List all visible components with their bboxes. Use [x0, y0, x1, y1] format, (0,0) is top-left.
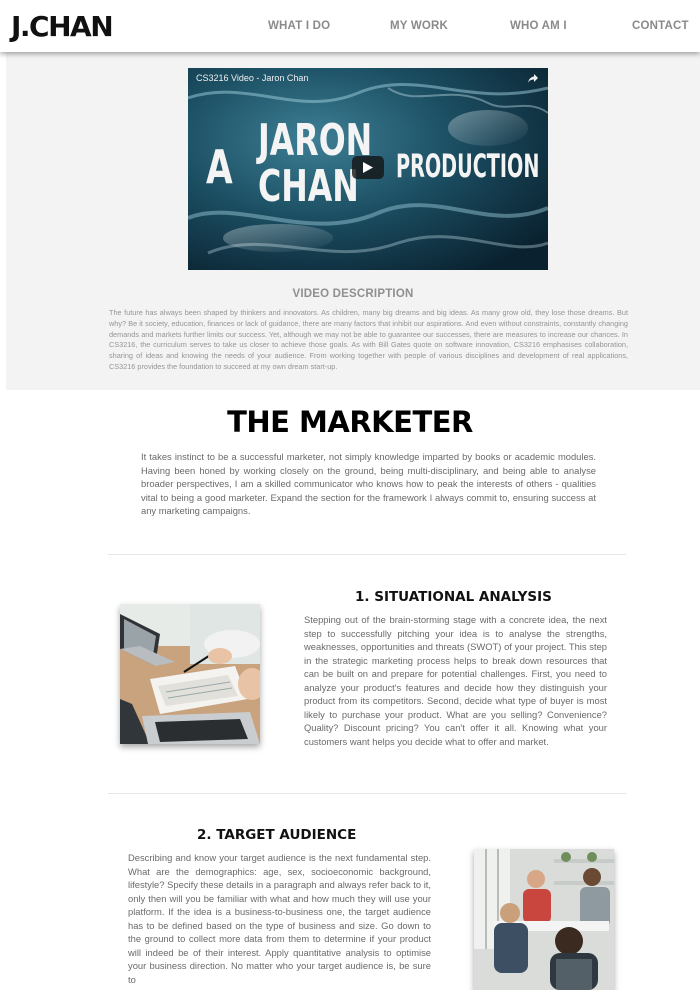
- situational-analysis-title[interactable]: 1. SITUATIONAL ANALYSIS: [355, 589, 552, 605]
- situational-analysis-text: Stepping out of the brain-storming stage…: [304, 614, 607, 747]
- marketer-intro: It takes instinct to be a successful mar…: [141, 451, 596, 517]
- target-audience-title[interactable]: 2. TARGET AUDIENCE: [197, 827, 356, 843]
- nav-what-i-do[interactable]: WHAT I DO: [268, 20, 330, 32]
- situational-analysis-image: [120, 604, 260, 744]
- nav-who-am-i[interactable]: WHO AM I: [510, 20, 567, 32]
- site-header: J.CHAN WHAT I DO MY WORK WHO AM I CONTAC…: [0, 0, 700, 52]
- target-audience-text: Describing and know your target audience…: [128, 852, 431, 985]
- section-divider: [108, 793, 626, 794]
- section-divider: [108, 554, 626, 555]
- video-overlay-a: A: [206, 140, 233, 194]
- video-description-heading: VIDEO DESCRIPTION: [292, 288, 414, 300]
- play-icon: [363, 162, 373, 173]
- marketer-title: THE MARKETER: [227, 405, 473, 439]
- target-audience-image: [474, 849, 614, 990]
- video-player[interactable]: CS3216 Video - Jaron Chan A JARON CHAN P…: [188, 68, 548, 270]
- play-button[interactable]: [352, 156, 384, 179]
- video-overlay-production: PRODUCTION: [396, 147, 540, 185]
- nav-my-work[interactable]: MY WORK: [390, 20, 448, 32]
- video-section: CS3216 Video - Jaron Chan A JARON CHAN P…: [6, 52, 700, 390]
- site-logo[interactable]: J.CHAN: [11, 10, 114, 44]
- video-overlay-chan: CHAN: [258, 161, 359, 212]
- share-icon[interactable]: [527, 73, 539, 85]
- video-description-text: The future has always been shaped by thi…: [109, 308, 628, 371]
- nav-contact[interactable]: CONTACT: [632, 20, 689, 32]
- video-title[interactable]: CS3216 Video - Jaron Chan: [196, 73, 308, 83]
